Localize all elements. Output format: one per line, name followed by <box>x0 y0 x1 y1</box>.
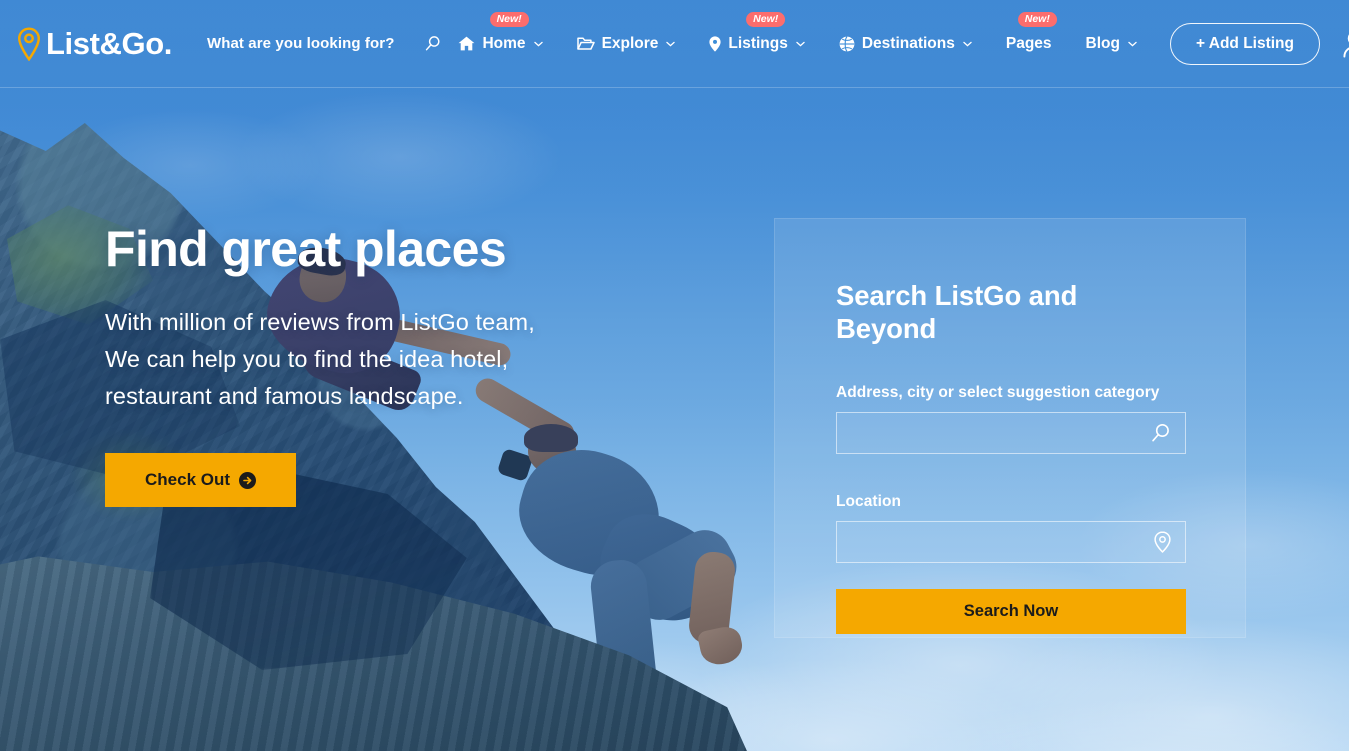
hero-subtitle-line: restaurant and famous landscape. <box>105 383 464 410</box>
chevron-down-icon <box>963 41 972 46</box>
badge-new: New! <box>746 11 786 27</box>
location-field-wrap <box>836 521 1186 563</box>
badge-new: New! <box>1017 11 1057 27</box>
arrow-right-circle-icon <box>239 471 257 489</box>
search-panel: Search ListGo and Beyond Address, city o… <box>774 218 1246 638</box>
nav-label: Home <box>482 34 526 52</box>
location-pin-icon <box>18 26 40 61</box>
home-icon <box>459 36 475 51</box>
nav-item-explore[interactable]: Explore <box>560 25 693 63</box>
chevron-down-icon <box>533 41 543 46</box>
location-field-label: Location <box>836 493 901 510</box>
account-button[interactable] <box>1342 30 1349 58</box>
brand-logo[interactable]: List&Go. <box>16 26 172 61</box>
hero-section: List&Go. What are you looking for? New! … <box>0 0 1349 751</box>
nav-item-blog[interactable]: Blog <box>1069 25 1154 63</box>
hero-copy: Find great places With million of review… <box>105 221 725 508</box>
search-now-button[interactable]: Search Now <box>836 589 1186 634</box>
check-out-label: Check Out <box>145 470 231 490</box>
hero-title: Find great places <box>105 221 507 277</box>
nav-label: Listings <box>728 34 788 52</box>
header-search-prompt: What are you looking for? <box>206 35 395 52</box>
badge-new: New! <box>489 11 529 27</box>
location-input[interactable] <box>836 521 1186 563</box>
header-search[interactable]: What are you looking for? <box>207 35 442 52</box>
nav-label: Destinations <box>861 34 955 52</box>
check-out-button[interactable]: Check Out <box>105 453 297 508</box>
search-input[interactable] <box>836 412 1186 454</box>
map-pin-icon <box>709 35 722 52</box>
chevron-down-icon <box>796 41 805 46</box>
chevron-down-icon <box>666 41 676 46</box>
globe-icon <box>839 35 855 52</box>
nav-label: Blog <box>1085 34 1120 52</box>
search-panel-title: Search ListGo and Beyond <box>836 280 1078 344</box>
hero-subtitle-line: We can help you to find the idea hotel, <box>105 346 509 373</box>
brand-name: List&Go. <box>46 26 172 61</box>
main-navigation: New! Home Explore New! Listings Destinat… <box>441 11 1349 65</box>
nav-label: Explore <box>601 34 659 52</box>
keyword-field-label: Address, city or select suggestion categ… <box>836 384 1160 401</box>
chevron-down-icon <box>1128 41 1137 46</box>
add-listing-button[interactable]: + Add Listing <box>1169 22 1320 65</box>
nav-item-destinations[interactable]: Destinations <box>822 25 989 63</box>
nav-item-listings[interactable]: New! Listings <box>692 11 821 63</box>
folder-open-icon <box>576 37 595 50</box>
user-icon <box>1343 33 1349 58</box>
hero-subtitle-line: With million of reviews from ListGo team… <box>105 309 535 335</box>
nav-item-pages[interactable]: New! Pages <box>989 11 1069 63</box>
nav-label: Pages <box>1005 34 1052 52</box>
search-icon[interactable] <box>1150 423 1171 444</box>
search-icon[interactable] <box>424 35 441 52</box>
map-pin-icon[interactable] <box>1154 531 1171 553</box>
nav-item-home[interactable]: New! Home <box>441 11 559 63</box>
site-header: List&Go. What are you looking for? New! … <box>0 0 1349 88</box>
hero-subtitle: With million of reviews from ListGo team… <box>105 304 725 415</box>
keyword-field-wrap <box>836 412 1186 454</box>
